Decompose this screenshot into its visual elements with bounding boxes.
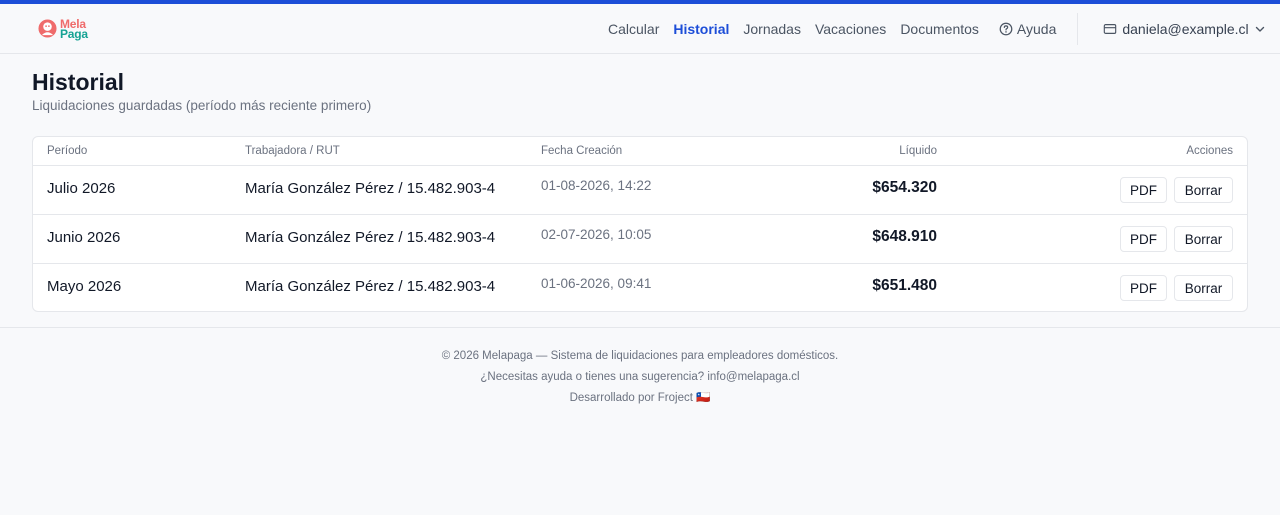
cell-created: 01-06-2026, 09:41	[541, 276, 652, 291]
credit-card-icon	[1104, 24, 1117, 34]
cell-created: 01-08-2026, 14:22	[541, 178, 652, 193]
page-subtitle: Liquidaciones guardadas (período más rec…	[32, 98, 372, 113]
header-net: Líquido	[899, 145, 937, 157]
help-link[interactable]: Ayuda	[999, 21, 1056, 37]
table-row: Julio 2026 María González Pérez / 15.482…	[33, 166, 1247, 215]
help-label: Ayuda	[1016, 21, 1057, 37]
footer-copyright: © 2026 Melapaga — Sistema de liquidacion…	[441, 350, 839, 362]
cell-period: Julio 2026	[47, 180, 116, 197]
table-row: Mayo 2026 María González Pérez / 15.482.…	[33, 264, 1247, 313]
cell-worker: María González Pérez / 15.482.903-4	[245, 229, 496, 246]
delete-button[interactable]: Borrar	[1174, 177, 1233, 203]
pdf-button[interactable]: PDF	[1120, 177, 1167, 203]
brand-logo[interactable]: Mela Paga	[38, 18, 88, 41]
pdf-button[interactable]: PDF	[1120, 275, 1167, 301]
footer-credits[interactable]: Desarrollado por Froject 🇨🇱	[0, 388, 1280, 409]
cell-worker: María González Pérez / 15.482.903-4	[245, 278, 496, 295]
chevron-down-icon	[1255, 26, 1264, 32]
cell-period: Junio 2026	[47, 229, 121, 246]
nav-calcular[interactable]: Calcular	[608, 21, 659, 37]
header-created: Fecha Creación	[541, 145, 623, 157]
nav-documentos[interactable]: Documentos	[900, 21, 979, 37]
brand-logo-icon	[38, 19, 57, 38]
header-worker: Trabajadora / RUT	[245, 145, 340, 157]
delete-button[interactable]: Borrar	[1174, 275, 1233, 301]
cell-net: $648.910	[872, 228, 937, 245]
cell-net: $651.480	[872, 277, 937, 294]
help-icon	[999, 22, 1013, 36]
header-actions: Acciones	[1186, 145, 1233, 157]
delete-button[interactable]: Borrar	[1174, 226, 1233, 252]
header-period: Período	[47, 145, 88, 157]
page-title: Historial	[32, 69, 125, 95]
account-email: daniela@example.cl	[1122, 21, 1249, 37]
app-header: Mela Paga Calcular Historial Jornadas Va…	[0, 4, 1280, 54]
page-footer: © 2026 Melapaga — Sistema de liquidacion…	[0, 327, 1280, 515]
cell-created: 02-07-2026, 10:05	[541, 227, 652, 242]
table-row: Junio 2026 María González Pérez / 15.482…	[33, 215, 1247, 264]
history-table: Período Trabajadora / RUT Fecha Creación…	[32, 136, 1248, 312]
nav-historial[interactable]: Historial	[673, 21, 729, 37]
main-nav: Calcular Historial Jornadas Vacaciones D…	[608, 4, 1266, 54]
nav-jornadas[interactable]: Jornadas	[743, 21, 801, 37]
table-header: Período Trabajadora / RUT Fecha Creación…	[33, 137, 1247, 166]
account-menu[interactable]: daniela@example.cl	[1103, 21, 1265, 37]
cell-worker: María González Pérez / 15.482.903-4	[245, 180, 496, 197]
cell-net: $654.320	[872, 179, 937, 196]
cell-period: Mayo 2026	[47, 278, 122, 295]
pdf-button[interactable]: PDF	[1120, 226, 1167, 252]
header-divider	[1077, 13, 1079, 45]
footer-contact[interactable]: ¿Necesitas ayuda o tienes una sugerencia…	[0, 367, 1280, 388]
brand-word-2: Paga	[60, 26, 88, 41]
nav-vacaciones[interactable]: Vacaciones	[815, 21, 886, 37]
